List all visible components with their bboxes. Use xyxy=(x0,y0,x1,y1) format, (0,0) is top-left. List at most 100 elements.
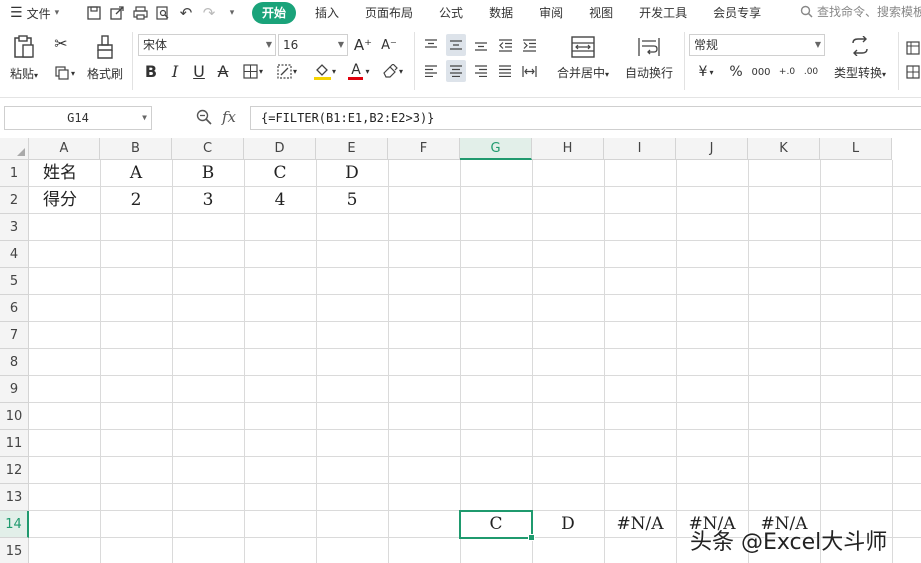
row-header-8[interactable]: 8 xyxy=(0,349,29,376)
print-preview-icon[interactable] xyxy=(155,5,171,21)
align-left-button[interactable] xyxy=(422,62,440,80)
borders-button[interactable]: ▾ xyxy=(238,62,268,80)
increase-decimal-button[interactable]: +.0 xyxy=(776,62,798,82)
convert-type-button[interactable]: 类型转换▾ xyxy=(830,30,890,86)
underline-button[interactable]: U xyxy=(190,62,208,81)
distributed-button[interactable] xyxy=(520,62,538,80)
column-header-h[interactable]: H xyxy=(532,138,604,160)
row-header-9[interactable]: 9 xyxy=(0,376,29,403)
cell-a2[interactable]: 得分 xyxy=(29,187,100,214)
row-header-3[interactable]: 3 xyxy=(0,214,29,241)
grow-font-button[interactable]: A⁺ xyxy=(352,34,374,56)
align-right-button[interactable] xyxy=(472,62,490,80)
active-cell-cursor[interactable] xyxy=(459,510,535,541)
row-header-10[interactable]: 10 xyxy=(0,403,29,430)
select-all-corner[interactable] xyxy=(0,138,29,160)
column-header-i[interactable]: I xyxy=(604,138,676,160)
chevron-down-icon[interactable]: ▾ xyxy=(224,5,240,21)
row-header-14[interactable]: 14 xyxy=(0,511,29,538)
column-header-f[interactable]: F xyxy=(388,138,460,160)
align-center-button[interactable] xyxy=(446,60,466,82)
align-middle-button[interactable] xyxy=(446,34,466,56)
currency-button[interactable]: ¥ ▾ xyxy=(692,62,720,82)
insert-function-button[interactable]: fx xyxy=(222,108,236,126)
bold-button[interactable]: B xyxy=(142,62,160,81)
align-top-button[interactable] xyxy=(422,36,440,54)
increase-indent-button[interactable] xyxy=(520,36,538,54)
font-name-select[interactable]: 宋体 ▼ xyxy=(138,34,276,56)
cell-h14[interactable]: D xyxy=(532,511,604,538)
row-header-5[interactable]: 5 xyxy=(0,268,29,295)
paste-button[interactable]: 粘贴▾ xyxy=(4,30,44,86)
rows-columns-button[interactable] xyxy=(905,36,921,84)
decrease-decimal-button[interactable]: .00 xyxy=(800,62,822,82)
justify-button[interactable] xyxy=(496,62,514,80)
column-header-a[interactable]: A xyxy=(29,138,100,160)
decrease-indent-button[interactable] xyxy=(496,36,514,54)
strikethrough-button[interactable]: A xyxy=(214,62,232,81)
tab-review[interactable]: 审阅 xyxy=(526,2,576,24)
row-header-6[interactable]: 6 xyxy=(0,295,29,322)
copy-button[interactable]: ▾ xyxy=(50,62,80,84)
row-header-13[interactable]: 13 xyxy=(0,484,29,511)
column-header-c[interactable]: C xyxy=(172,138,244,160)
cell-style-button[interactable]: ▾ xyxy=(272,62,302,80)
cell-d1[interactable]: C xyxy=(244,160,316,187)
tab-formulas[interactable]: 公式 xyxy=(426,2,476,24)
row-header-4[interactable]: 4 xyxy=(0,241,29,268)
column-header-b[interactable]: B xyxy=(100,138,172,160)
zoom-icon[interactable] xyxy=(196,109,212,125)
cell-i14[interactable]: #N/A xyxy=(604,511,676,538)
formula-input[interactable]: {=FILTER(B1:E1,B2:E2>3)} xyxy=(250,106,921,130)
italic-button[interactable]: I xyxy=(166,62,184,81)
print-icon[interactable] xyxy=(132,5,148,21)
file-menu[interactable]: ☰ 文件 ▾ xyxy=(0,5,78,22)
column-header-j[interactable]: J xyxy=(676,138,748,160)
font-color-button[interactable]: A ▾ xyxy=(344,61,374,81)
wrap-text-button[interactable]: 自动换行 xyxy=(620,30,678,86)
column-header-k[interactable]: K xyxy=(748,138,820,160)
row-header-1[interactable]: 1 xyxy=(0,160,29,187)
tab-developer[interactable]: 开发工具 xyxy=(626,2,700,24)
align-bottom-button[interactable] xyxy=(472,36,490,54)
tab-member[interactable]: 会员专享 xyxy=(700,2,774,24)
column-header-d[interactable]: D xyxy=(244,138,316,160)
clear-button[interactable]: ▾ xyxy=(378,62,408,80)
row-header-2[interactable]: 2 xyxy=(0,187,29,214)
row-header-7[interactable]: 7 xyxy=(0,322,29,349)
shrink-font-button[interactable]: A⁻ xyxy=(378,34,400,56)
cell-d2[interactable]: 4 xyxy=(244,187,316,214)
cut-button[interactable]: ✂ xyxy=(50,32,72,54)
cell-b1[interactable]: A xyxy=(100,160,172,187)
row-header-11[interactable]: 11 xyxy=(0,430,29,457)
format-painter-button[interactable]: 格式刷 xyxy=(84,30,126,86)
redo-icon[interactable]: ↷ xyxy=(201,4,217,22)
cell-a1[interactable]: 姓名 xyxy=(29,160,100,187)
column-header-l[interactable]: L xyxy=(820,138,892,160)
save-icon[interactable] xyxy=(86,5,102,21)
command-search[interactable]: 查找命令、搜索模板 xyxy=(800,3,921,20)
thousands-separator-button[interactable]: 000 xyxy=(750,62,772,82)
column-header-g[interactable]: G xyxy=(460,138,532,160)
row-header-12[interactable]: 12 xyxy=(0,457,29,484)
cell-e2[interactable]: 5 xyxy=(316,187,388,214)
column-header-e[interactable]: E xyxy=(316,138,388,160)
tab-home[interactable]: 开始 xyxy=(252,2,297,24)
tab-insert[interactable]: 插入 xyxy=(302,2,352,24)
undo-icon[interactable]: ↶ xyxy=(178,4,194,22)
merge-center-button[interactable]: 合并居中▾ xyxy=(550,30,616,86)
fill-color-button[interactable]: ▾ xyxy=(308,61,342,81)
cell-area[interactable]: 姓名 A B C D 得分 2 3 4 5 C D #N/A #N/A #N/A xyxy=(29,160,921,563)
row-header-15[interactable]: 15 xyxy=(0,538,29,563)
percent-button[interactable]: % xyxy=(726,62,746,82)
tab-view[interactable]: 视图 xyxy=(576,2,626,24)
tab-page-layout[interactable]: 页面布局 xyxy=(352,2,426,24)
font-size-select[interactable]: 16 ▼ xyxy=(278,34,348,56)
number-format-select[interactable]: 常规 ▼ xyxy=(689,34,825,56)
cell-b2[interactable]: 2 xyxy=(100,187,172,214)
cell-e1[interactable]: D xyxy=(316,160,388,187)
cell-c1[interactable]: B xyxy=(172,160,244,187)
tab-data[interactable]: 数据 xyxy=(476,2,526,24)
name-box[interactable]: G14 ▼ xyxy=(4,106,152,130)
export-icon[interactable] xyxy=(109,5,125,21)
